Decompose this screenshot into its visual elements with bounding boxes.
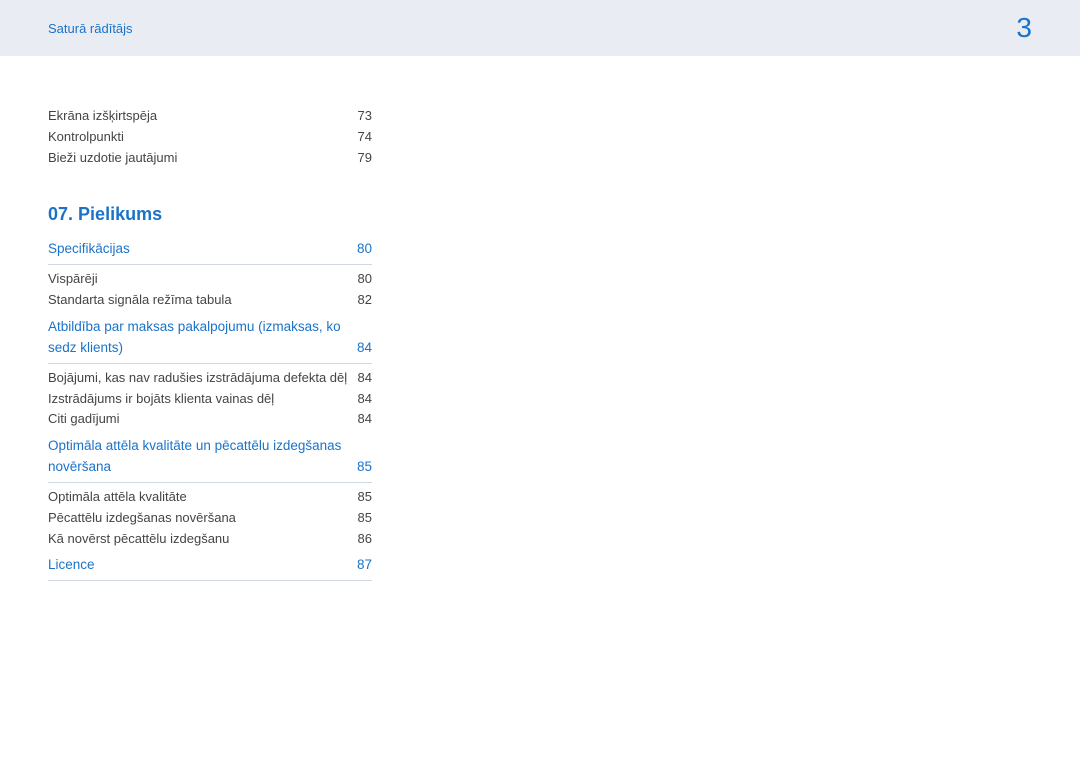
toc-link[interactable]: Saturā rādītājs (48, 21, 133, 36)
toc-entry[interactable]: Standarta signāla režīma tabula 82 (48, 290, 372, 311)
toc-entry-page: 73 (358, 106, 372, 127)
toc-section-page: 84 (357, 338, 372, 359)
toc-entry-label: Ekrāna izšķirtspēja (48, 106, 157, 127)
toc-entry-label: Bojājumi, kas nav radušies izstrādājuma … (48, 368, 347, 389)
toc-section: Licence 87 (48, 555, 372, 581)
toc-entry[interactable]: Vispārēji 80 (48, 269, 372, 290)
toc-entry-page: 84 (358, 368, 372, 389)
toc-entry[interactable]: Kā novērst pēcattēlu izdegšanu 86 (48, 529, 372, 550)
toc-entry[interactable]: Bieži uzdotie jautājumi 79 (48, 148, 372, 169)
toc-entry-page: 79 (358, 148, 372, 169)
toc-entry[interactable]: Pēcattēlu izdegšanas novēršana 85 (48, 508, 372, 529)
toc-content: Ekrāna izšķirtspēja 73 Kontrolpunkti 74 … (0, 56, 420, 581)
toc-entry-page: 85 (358, 487, 372, 508)
toc-entry-label: Izstrādājums ir bojāts klienta vainas dē… (48, 389, 274, 410)
toc-entry-label: Kā novērst pēcattēlu izdegšanu (48, 529, 229, 550)
toc-entry[interactable]: Optimāla attēla kvalitāte 85 (48, 487, 372, 508)
toc-entry[interactable]: Citi gadījumi 84 (48, 409, 372, 430)
toc-section-header[interactable]: Specifikācijas 80 (48, 239, 372, 265)
toc-section-title: Specifikācijas (48, 239, 357, 260)
toc-section-header[interactable]: Atbildība par maksas pakalpojumu (izmaks… (48, 317, 372, 364)
header-bar: Saturā rādītājs 3 (0, 0, 1080, 56)
toc-entry-page: 82 (358, 290, 372, 311)
toc-entry-label: Citi gadījumi (48, 409, 120, 430)
toc-section: Optimāla attēla kvalitāte un pēcattēlu i… (48, 436, 372, 549)
toc-entry-label: Kontrolpunkti (48, 127, 124, 148)
toc-section: Atbildība par maksas pakalpojumu (izmaks… (48, 317, 372, 430)
toc-section-page: 87 (357, 555, 372, 576)
toc-entry[interactable]: Ekrāna izšķirtspēja 73 (48, 106, 372, 127)
toc-entry-label: Standarta signāla režīma tabula (48, 290, 232, 311)
toc-entry-label: Pēcattēlu izdegšanas novēršana (48, 508, 236, 529)
toc-section-header[interactable]: Licence 87 (48, 555, 372, 581)
toc-entry-page: 74 (358, 127, 372, 148)
chapter-title: Pielikums (78, 204, 162, 224)
pre-entries: Ekrāna izšķirtspēja 73 Kontrolpunkti 74 … (48, 106, 372, 168)
toc-entry-page: 84 (358, 389, 372, 410)
toc-section-title: Licence (48, 555, 357, 576)
chapter-number: 07. (48, 204, 73, 224)
toc-entry-label: Optimāla attēla kvalitāte (48, 487, 187, 508)
toc-entry-page: 85 (358, 508, 372, 529)
toc-entry-label: Vispārēji (48, 269, 98, 290)
toc-section: Specifikācijas 80 Vispārēji 80 Standarta… (48, 239, 372, 311)
toc-entry-page: 86 (358, 529, 372, 550)
page-number: 3 (1016, 12, 1032, 44)
toc-section-title: Atbildība par maksas pakalpojumu (izmaks… (48, 317, 357, 359)
toc-entry-page: 84 (358, 409, 372, 430)
toc-entry-label: Bieži uzdotie jautājumi (48, 148, 177, 169)
toc-entry-page: 80 (358, 269, 372, 290)
toc-section-title: Optimāla attēla kvalitāte un pēcattēlu i… (48, 436, 357, 478)
chapter-heading: 07. Pielikums (48, 204, 372, 225)
toc-entry[interactable]: Bojājumi, kas nav radušies izstrādājuma … (48, 368, 372, 389)
toc-section-page: 85 (357, 457, 372, 478)
toc-section-header[interactable]: Optimāla attēla kvalitāte un pēcattēlu i… (48, 436, 372, 483)
toc-entry[interactable]: Izstrādājums ir bojāts klienta vainas dē… (48, 389, 372, 410)
toc-entry[interactable]: Kontrolpunkti 74 (48, 127, 372, 148)
toc-section-page: 80 (357, 239, 372, 260)
